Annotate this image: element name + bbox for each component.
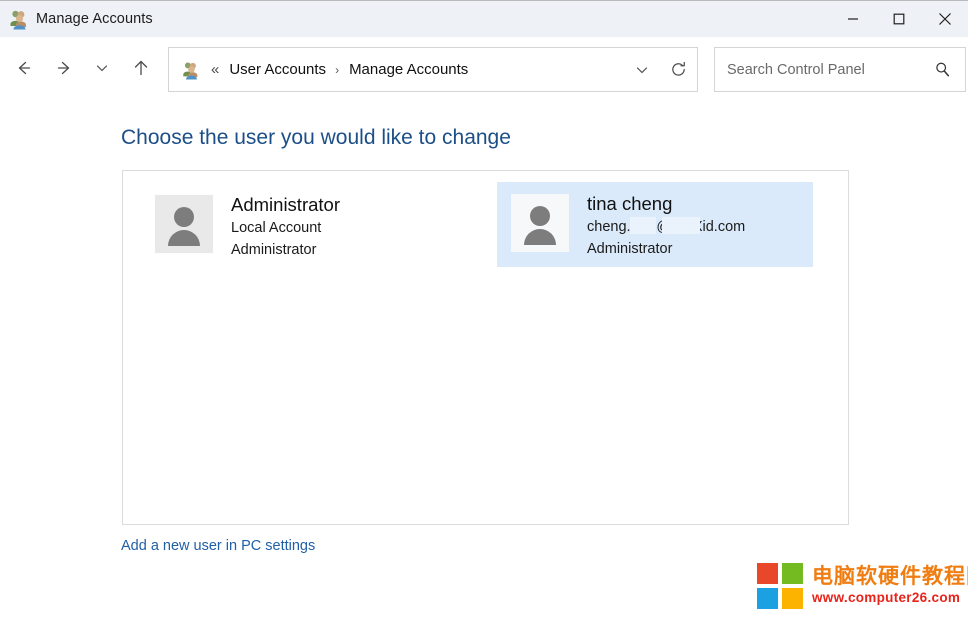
account-name: tina cheng xyxy=(587,193,673,214)
watermark-url: www.computer26.com xyxy=(812,590,961,605)
back-button[interactable] xyxy=(6,51,40,85)
account-role: Administrator xyxy=(231,242,317,258)
account-details: tina cheng cheng.Xag@liveXid.com Adminis… xyxy=(587,192,745,260)
account-email-suffix: id.com xyxy=(702,219,746,235)
up-button[interactable] xyxy=(124,51,158,85)
account-tile-tina-cheng[interactable]: tina cheng cheng.Xag@liveXid.com Adminis… xyxy=(497,182,813,267)
windows-logo-icon xyxy=(757,563,803,609)
watermark-site-name: 电脑软硬件教程网 xyxy=(812,565,968,588)
refresh-icon[interactable] xyxy=(659,61,697,78)
maximize-button[interactable] xyxy=(876,1,922,38)
redaction-block xyxy=(630,217,656,234)
user-accounts-icon xyxy=(181,60,201,80)
accounts-list-panel: Administrator Local Account Administrato… xyxy=(122,170,849,525)
watermark: 电脑软硬件教程网 www.computer26.com xyxy=(757,558,968,614)
search-icon[interactable] xyxy=(934,61,951,78)
account-details: Administrator Local Account Administrato… xyxy=(231,193,340,261)
person-avatar-icon xyxy=(155,195,213,253)
address-bar[interactable]: « User Accounts › Manage Accounts xyxy=(168,47,698,92)
account-email-prefix: cheng. xyxy=(587,219,631,235)
account-tile-administrator[interactable]: Administrator Local Account Administrato… xyxy=(141,183,471,267)
person-avatar-icon xyxy=(511,194,569,252)
navigation-toolbar: « User Accounts › Manage Accounts xyxy=(0,45,968,95)
add-new-user-link[interactable]: Add a new user in PC settings xyxy=(121,538,315,554)
window-controls xyxy=(830,1,968,38)
breadcrumb-user-accounts[interactable]: User Accounts xyxy=(229,61,326,78)
account-email: cheng.Xag@liveXid.com xyxy=(587,216,745,238)
recent-locations-button[interactable] xyxy=(88,51,116,85)
forward-button[interactable] xyxy=(48,51,82,85)
page-title: Choose the user you would like to change xyxy=(121,126,511,149)
watermark-text: 电脑软硬件教程网 www.computer26.com xyxy=(812,565,968,607)
search-box[interactable] xyxy=(714,47,966,92)
breadcrumb-manage-accounts[interactable]: Manage Accounts xyxy=(349,61,468,78)
account-role: Administrator xyxy=(587,241,673,257)
manage-accounts-window: Manage Accounts « User Accounts › Manage… xyxy=(0,0,968,618)
title-bar: Manage Accounts xyxy=(0,0,968,37)
account-name: Administrator xyxy=(231,194,340,215)
minimize-button[interactable] xyxy=(830,1,876,38)
chevron-down-icon[interactable] xyxy=(625,63,659,77)
search-input[interactable] xyxy=(727,61,917,78)
user-accounts-icon xyxy=(8,8,30,30)
window-title: Manage Accounts xyxy=(36,11,153,27)
redaction-block xyxy=(662,217,700,234)
breadcrumb-overflow[interactable]: « xyxy=(211,62,219,77)
close-button[interactable] xyxy=(922,1,968,38)
account-type: Local Account xyxy=(231,220,322,236)
breadcrumb-separator: › xyxy=(335,62,340,77)
